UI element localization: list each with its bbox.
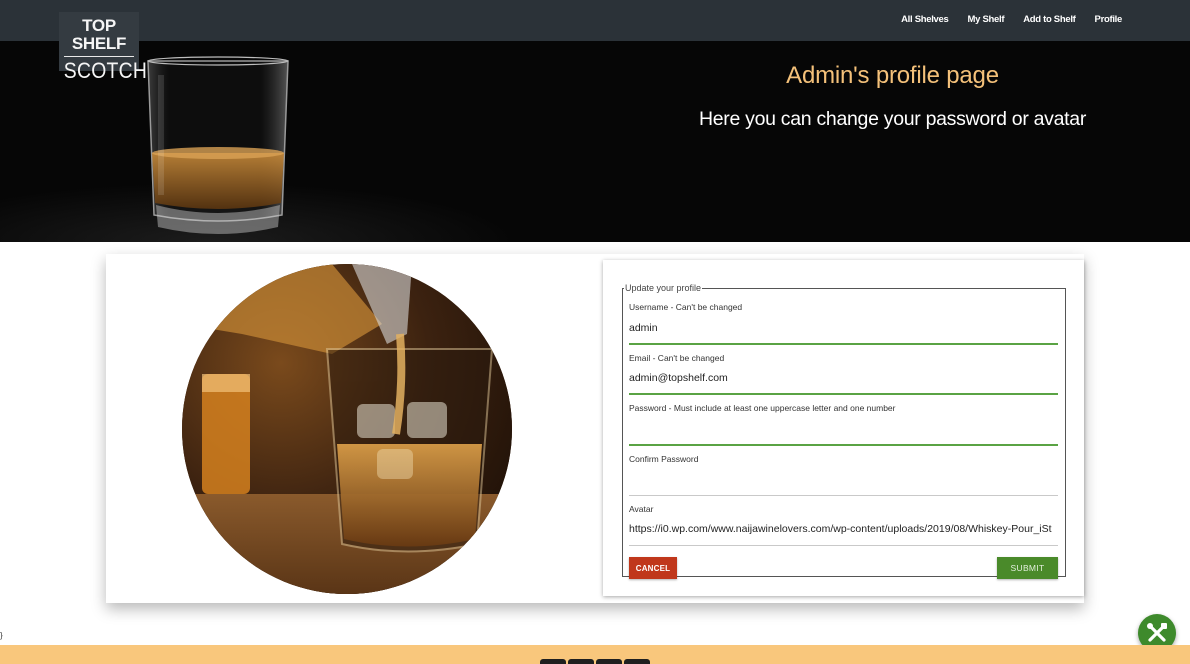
confirm-password-underline bbox=[629, 495, 1058, 496]
username-field: Username - Can't be changed admin bbox=[629, 302, 1058, 345]
email-label: Email - Can't be changed bbox=[629, 353, 725, 363]
footer bbox=[0, 645, 1190, 664]
nav-links: All Shelves My Shelf Add to Shelf Profil… bbox=[901, 14, 1122, 25]
username-input[interactable]: admin bbox=[629, 322, 1058, 342]
nav-all-shelves[interactable]: All Shelves bbox=[901, 14, 949, 25]
form-legend: Update your profile bbox=[625, 283, 702, 293]
site-logo[interactable]: TOP SHELF SCOTCH bbox=[59, 12, 147, 83]
password-field: Password - Must include at least one upp… bbox=[629, 403, 1058, 446]
social-icon-1[interactable] bbox=[540, 659, 566, 664]
logo-line-top: TOP SHELF bbox=[71, 16, 127, 53]
logo-line-bottom: SCOTCH bbox=[63, 58, 148, 83]
avatar-label: Avatar bbox=[629, 504, 654, 514]
page-subtitle: Here you can change your password or ava… bbox=[698, 108, 1087, 130]
avatar-underline bbox=[629, 545, 1058, 546]
profile-form: Update your profile Username - Can't be … bbox=[622, 283, 1066, 579]
whisky-glass-image bbox=[147, 56, 289, 234]
social-icon-4[interactable] bbox=[624, 659, 650, 664]
confirm-password-field: Confirm Password bbox=[629, 454, 1058, 496]
social-icon-2[interactable] bbox=[568, 659, 594, 664]
stray-text: } bbox=[0, 631, 3, 640]
password-underline bbox=[629, 444, 1058, 446]
navbar: All Shelves My Shelf Add to Shelf Profil… bbox=[0, 0, 1190, 41]
submit-button[interactable]: SUBMIT bbox=[997, 557, 1058, 579]
confirm-password-label: Confirm Password bbox=[629, 454, 699, 464]
avatar-field: Avatar https://i0.wp.com/www.naijawinelo… bbox=[629, 504, 1058, 546]
avatar-photo bbox=[182, 264, 512, 594]
whisky-pour-image bbox=[182, 264, 512, 594]
profile-card: Update your profile Username - Can't be … bbox=[106, 254, 1084, 603]
hero-banner: Admin's profile page Here you can change… bbox=[0, 41, 1190, 242]
profile-form-panel: Update your profile Username - Can't be … bbox=[603, 260, 1084, 596]
nav-add-to-shelf[interactable]: Add to Shelf bbox=[1023, 14, 1076, 25]
confirm-password-input[interactable] bbox=[629, 473, 1058, 493]
nav-profile[interactable]: Profile bbox=[1095, 14, 1123, 25]
password-input[interactable] bbox=[629, 423, 1058, 443]
cancel-button[interactable]: CANCEL bbox=[629, 557, 677, 579]
nav-my-shelf[interactable]: My Shelf bbox=[968, 14, 1005, 25]
email-underline bbox=[629, 393, 1058, 395]
avatar-url-input[interactable]: https://i0.wp.com/www.naijawinelovers.co… bbox=[629, 523, 1058, 543]
social-icon-3[interactable] bbox=[596, 659, 622, 664]
username-label: Username - Can't be changed bbox=[629, 302, 743, 312]
page-title: Admin's profile page bbox=[786, 62, 999, 89]
email-field: Email - Can't be changed admin@topshelf.… bbox=[629, 353, 1058, 395]
email-input[interactable]: admin@topshelf.com bbox=[629, 372, 1058, 392]
password-label: Password - Must include at least one upp… bbox=[629, 403, 896, 413]
username-underline bbox=[629, 343, 1058, 345]
logo-divider bbox=[64, 56, 134, 57]
footer-social-icons bbox=[540, 659, 650, 664]
